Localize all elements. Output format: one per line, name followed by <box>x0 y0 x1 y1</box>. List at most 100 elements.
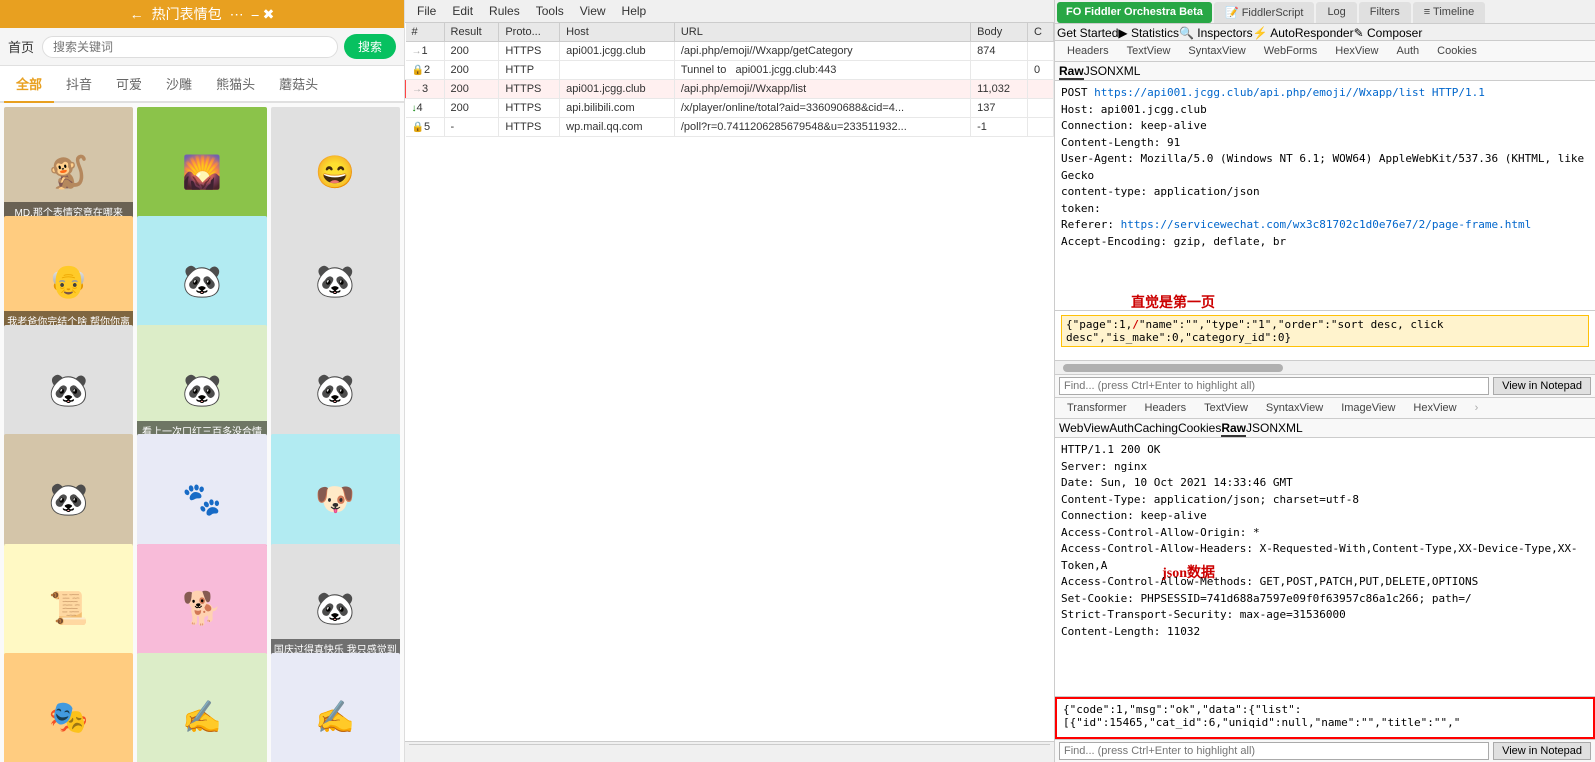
req-tabs: Headers TextView SyntaxView WebForms Hex… <box>1055 41 1595 62</box>
request-content: POST https://api001.jcgg.club/api.php/em… <box>1055 81 1595 311</box>
view-in-notepad-top[interactable]: View in Notepad <box>1493 377 1591 395</box>
tab-autoresponder[interactable]: ⚡ AutoResponder <box>1253 26 1354 40</box>
resp-line-4: Content-Type: application/json; charset=… <box>1061 492 1589 509</box>
minimize-icon[interactable]: ⎯ <box>252 6 259 23</box>
tab-douyin[interactable]: 抖音 <box>54 66 104 103</box>
col-num[interactable]: # <box>406 23 445 42</box>
tab-statistics[interactable]: ▶ Statistics <box>1118 26 1179 40</box>
req-tab-headers[interactable]: Headers <box>1059 43 1117 61</box>
resp-tabs-row1: Transformer Headers TextView SyntaxView … <box>1055 398 1595 419</box>
resp-tab-caching[interactable]: Caching <box>1134 421 1178 437</box>
menu-tools[interactable]: Tools <box>528 2 572 20</box>
tab-composer[interactable]: ✎ Composer <box>1354 26 1423 40</box>
resp-tab-xml[interactable]: XML <box>1278 421 1303 437</box>
col-proto[interactable]: Proto... <box>499 23 560 42</box>
home-button[interactable]: 首页 <box>8 37 34 56</box>
resp-tab-textview[interactable]: TextView <box>1196 400 1256 418</box>
table-row[interactable]: →3 200 HTTPS api001.jcgg.club /api.php/e… <box>406 80 1054 99</box>
resp-line-3: Date: Sun, 10 Oct 2021 14:33:46 GMT <box>1061 475 1589 492</box>
req-subtab-raw[interactable]: Raw <box>1059 64 1084 80</box>
req-tab-auth[interactable]: Auth <box>1389 43 1428 61</box>
cell-c <box>1027 80 1053 99</box>
table-row[interactable]: 🔒5 - HTTPS wp.mail.qq.com /poll?r=0.7411… <box>406 118 1054 137</box>
sessions-table-wrapper[interactable]: # Result Proto... Host URL Body C →1 200… <box>405 23 1054 741</box>
req-referer-link[interactable]: https://servicewechat.com/wx3c81702c1d0e… <box>1121 218 1532 231</box>
col-c[interactable]: C <box>1027 23 1053 42</box>
col-body[interactable]: Body <box>971 23 1028 42</box>
resp-line-5: Connection: keep-alive <box>1061 508 1589 525</box>
tab-fiddlerscript[interactable]: 📝 FiddlerScript <box>1214 2 1315 23</box>
req-url-link[interactable]: https://api001.jcgg.club/api.php/emoji//… <box>1094 86 1485 99</box>
cell-result: 200 <box>444 61 499 80</box>
tab-panda[interactable]: 熊猫头 <box>204 66 267 103</box>
resp-tab-hexview[interactable]: HexView <box>1405 400 1464 418</box>
resp-tab-auth[interactable]: Auth <box>1109 421 1134 437</box>
back-icon[interactable]: ← <box>130 6 144 22</box>
col-url[interactable]: URL <box>674 23 970 42</box>
resp-tab-headers[interactable]: Headers <box>1137 400 1195 418</box>
cell-host: api001.jcgg.club <box>560 80 675 99</box>
tab-mushroom[interactable]: 蘑菇头 <box>267 66 330 103</box>
app-title: 热门表情包 <box>152 4 222 24</box>
tab-silly[interactable]: 沙雕 <box>154 66 204 103</box>
tab-filters[interactable]: Filters <box>1359 2 1411 23</box>
tab-cute[interactable]: 可爱 <box>104 66 154 103</box>
more-icon[interactable]: ⋯ <box>230 6 244 23</box>
tab-fiddler-orchestra[interactable]: FO Fiddler Orchestra Beta <box>1057 2 1212 23</box>
req-tab-webforms[interactable]: WebForms <box>1256 43 1326 61</box>
resp-tab-imageview[interactable]: ImageView <box>1333 400 1403 418</box>
list-item[interactable]: 🎭 你知道你为什么 <box>4 653 133 762</box>
menu-file[interactable]: File <box>409 2 444 20</box>
cell-result: 200 <box>444 99 499 118</box>
req-referer-line: Referer: https://servicewechat.com/wx3c8… <box>1061 217 1589 234</box>
resp-json-area: {"code":1,"msg":"ok","data":{"list":[{"i… <box>1055 697 1595 739</box>
resp-tab-webview[interactable]: WebView <box>1059 421 1109 437</box>
col-result[interactable]: Result <box>444 23 499 42</box>
list-item[interactable]: ✍ 已有另朋友 <box>137 653 266 762</box>
horizontal-scrollbar[interactable] <box>409 744 1050 760</box>
table-row[interactable]: ↓4 200 HTTPS api.bilibili.com /x/player/… <box>406 99 1054 118</box>
search-button[interactable]: 搜索 <box>344 34 396 59</box>
fiddler-bottom-bar <box>405 741 1054 762</box>
resp-line-6: Access-Control-Allow-Origin: * <box>1061 525 1589 542</box>
cell-num: →3 <box>406 80 445 99</box>
req-content-type: content-type: application/json <box>1061 184 1589 201</box>
resp-tab-cookies[interactable]: Cookies <box>1178 421 1221 437</box>
req-user-agent: User-Agent: Mozilla/5.0 (Windows NT 6.1;… <box>1061 151 1589 184</box>
category-tabs: 全部 抖音 可爱 沙雕 熊猫头 蘑菇头 <box>0 66 404 103</box>
menu-help[interactable]: Help <box>614 2 655 20</box>
req-tab-cookies[interactable]: Cookies <box>1429 43 1485 61</box>
menu-edit[interactable]: Edit <box>444 2 481 20</box>
search-input[interactable] <box>42 36 338 58</box>
close-icon[interactable]: ✖ <box>263 6 275 23</box>
table-row[interactable]: →1 200 HTTPS api001.jcgg.club /api.php/e… <box>406 42 1054 61</box>
req-subtab-json[interactable]: JSON <box>1084 64 1116 80</box>
col-host[interactable]: Host <box>560 23 675 42</box>
search-bar: 首页 搜索 <box>0 28 404 66</box>
menu-view[interactable]: View <box>572 2 614 20</box>
tab-inspectors[interactable]: 🔍 Inspectors <box>1179 26 1253 40</box>
resp-tab-more[interactable]: › <box>1467 400 1487 418</box>
resp-tab-json[interactable]: JSON <box>1246 421 1278 437</box>
tab-all[interactable]: 全部 <box>4 66 54 103</box>
list-item[interactable]: ✍ 已有女朋友 <box>271 653 400 762</box>
table-row[interactable]: 🔒2 200 HTTP Tunnel to api001.jcgg.club:4… <box>406 61 1054 80</box>
resp-tab-syntaxview[interactable]: SyntaxView <box>1258 400 1331 418</box>
req-tab-hexview[interactable]: HexView <box>1327 43 1386 61</box>
find-input-top[interactable] <box>1059 377 1489 395</box>
req-tab-textview[interactable]: TextView <box>1119 43 1179 61</box>
resp-line-11: Content-Length: 11032 <box>1061 624 1589 641</box>
req-connection: Connection: keep-alive <box>1061 118 1589 135</box>
resp-tab-transformer[interactable]: Transformer <box>1059 400 1135 418</box>
menu-rules[interactable]: Rules <box>481 2 528 20</box>
tab-timeline[interactable]: ≡ Timeline <box>1413 2 1485 23</box>
req-hscrollbar[interactable] <box>1055 361 1595 375</box>
tab-get-started[interactable]: Get Started <box>1057 26 1118 40</box>
resp-tab-raw[interactable]: Raw <box>1221 421 1246 437</box>
req-tab-syntaxview[interactable]: SyntaxView <box>1180 43 1253 61</box>
tab-log[interactable]: Log <box>1316 2 1356 23</box>
cell-host <box>560 61 675 80</box>
find-input-bottom[interactable] <box>1059 742 1489 760</box>
req-subtab-xml[interactable]: XML <box>1116 64 1141 80</box>
view-in-notepad-bottom[interactable]: View in Notepad <box>1493 742 1591 760</box>
